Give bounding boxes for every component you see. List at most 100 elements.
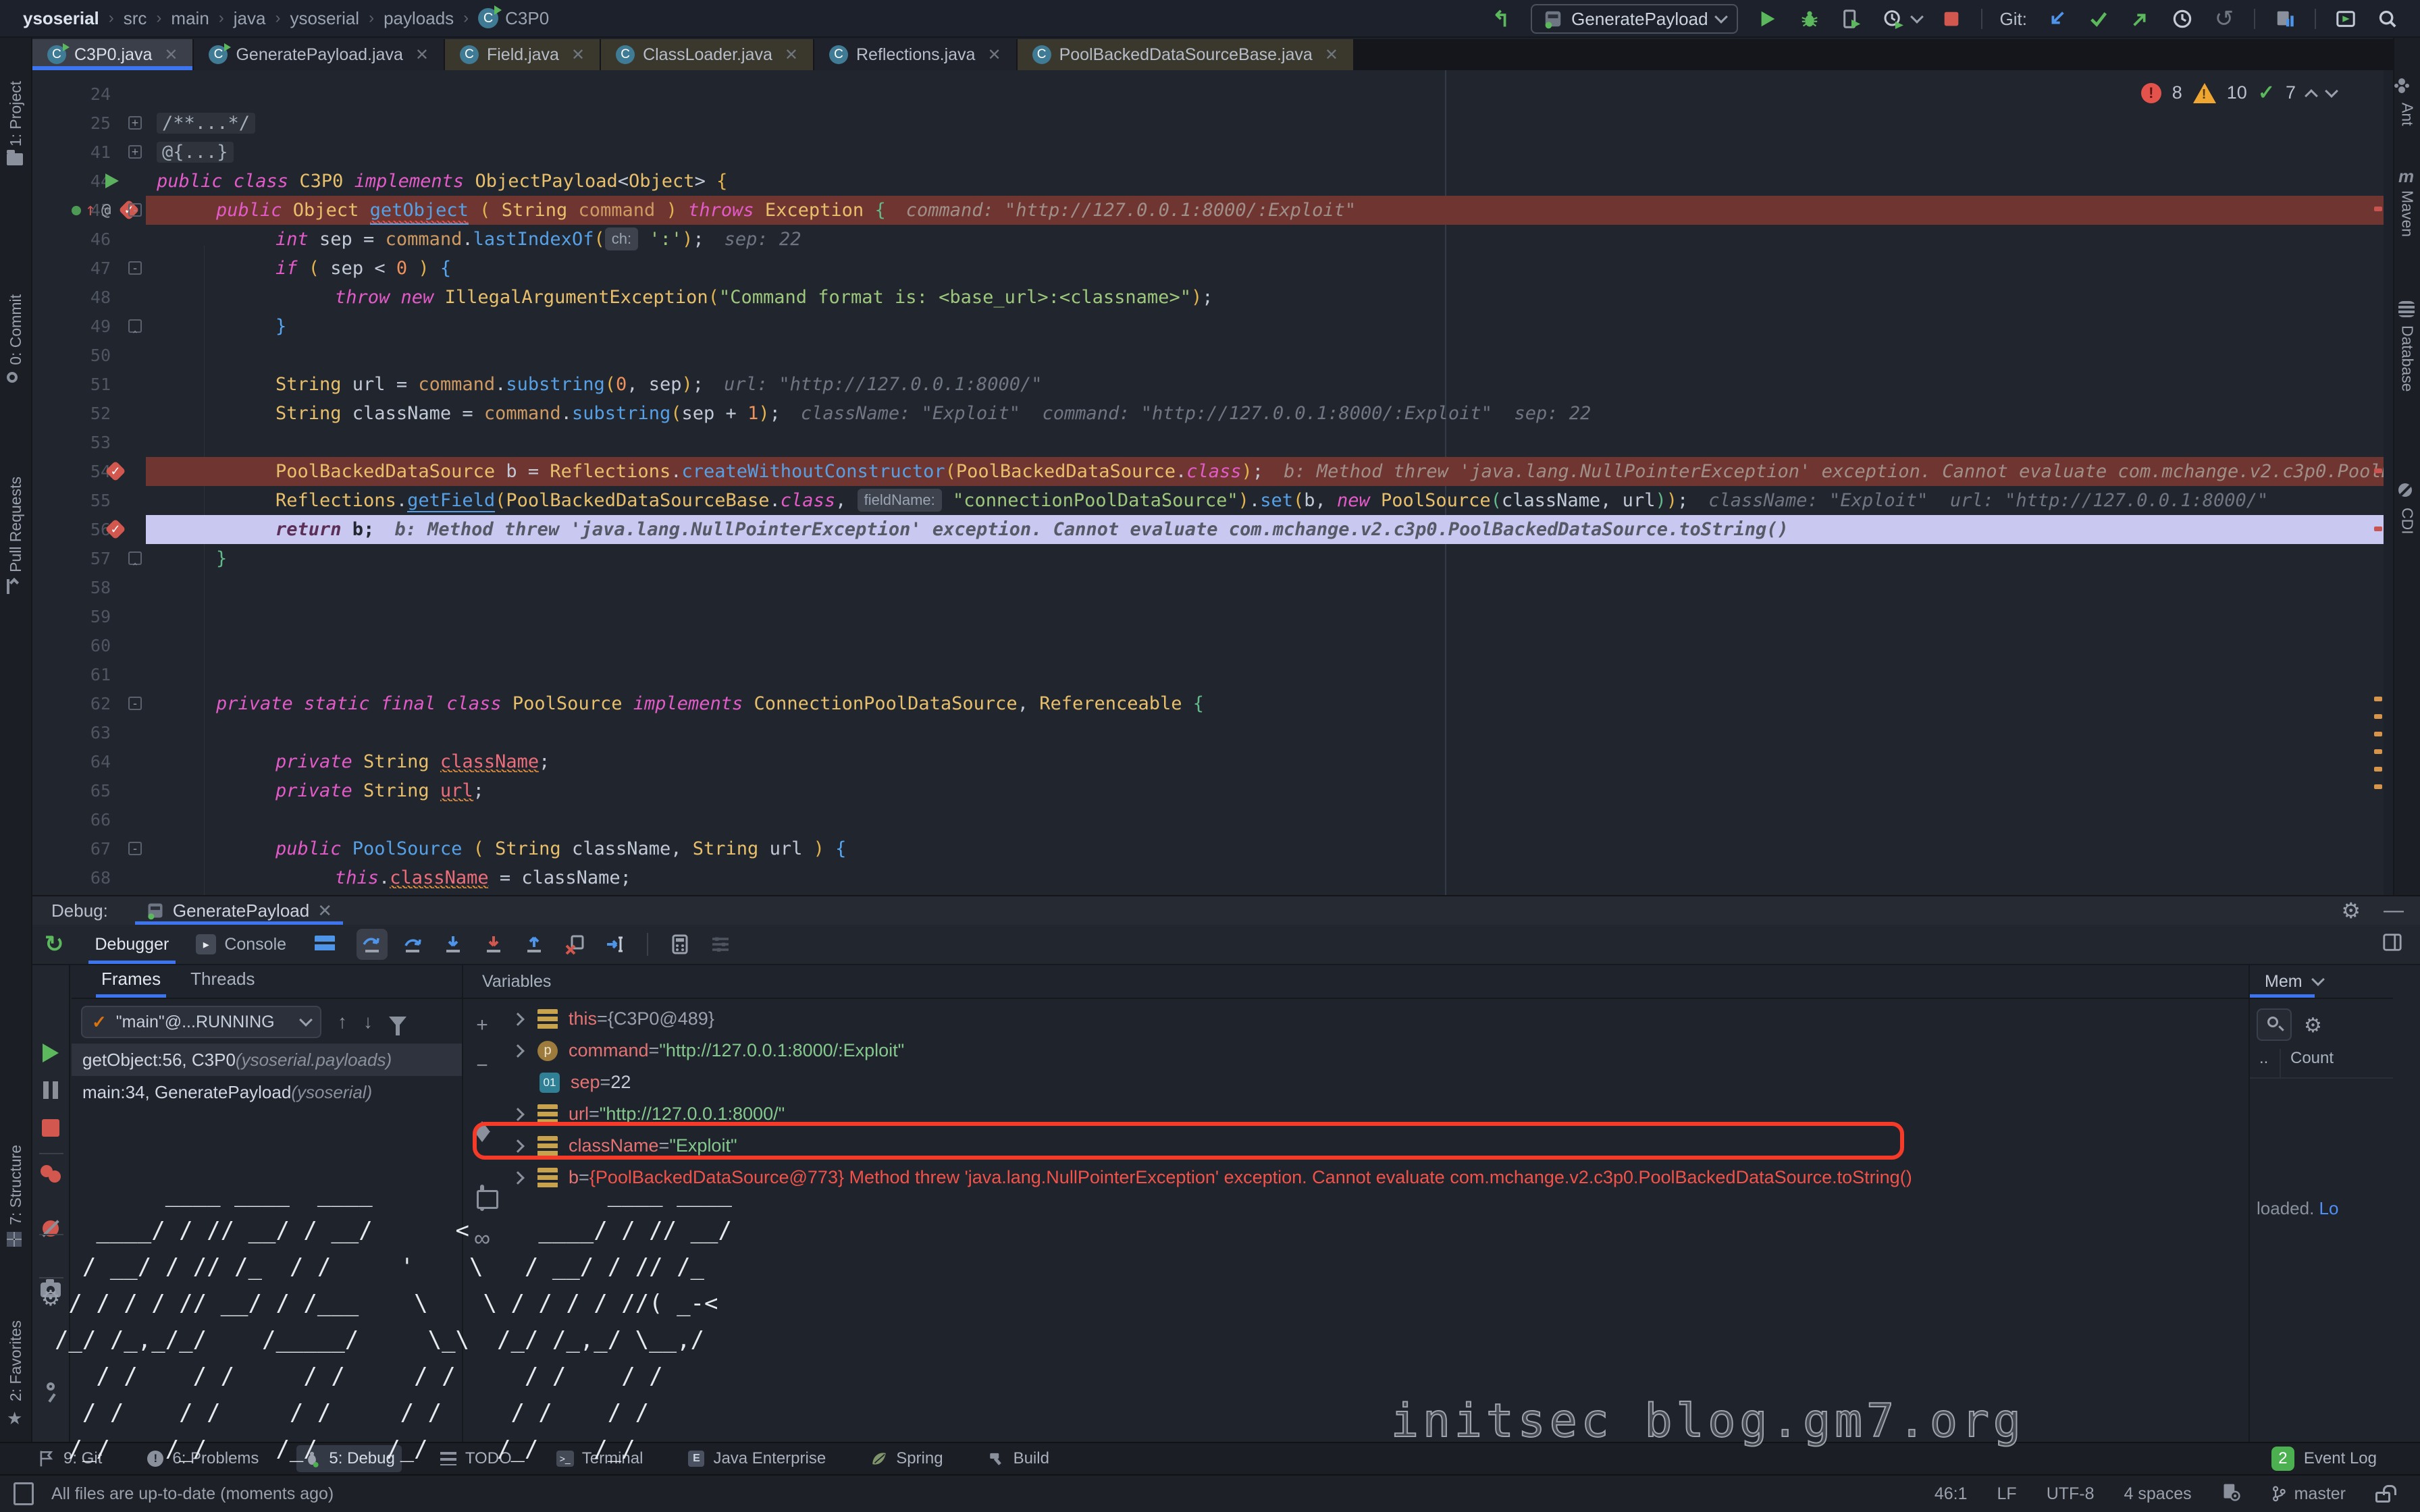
resume-button[interactable] (43, 1044, 59, 1062)
window-icon[interactable] (14, 1482, 34, 1505)
frame-row-1[interactable]: main:34, GeneratePayload (ysoserial) (72, 1076, 462, 1108)
gear-icon[interactable]: ⚙ (41, 1285, 61, 1311)
move-up-button[interactable] (474, 1099, 490, 1122)
code-line-58[interactable]: 58 (32, 573, 2384, 602)
tool-window-button-build[interactable]: Build (981, 1445, 1056, 1472)
code-line-61[interactable]: 61 (32, 660, 2384, 689)
indent-style[interactable]: 4 spaces (2124, 1484, 2192, 1504)
run-to-cursor-button[interactable] (600, 929, 631, 960)
stripe-item-0-commit[interactable]: 0: Commit (0, 294, 31, 389)
layout-settings-icon[interactable] (315, 936, 335, 953)
run-icon[interactable] (105, 173, 119, 188)
tool-window-button-5-debug[interactable]: 5: Debug (296, 1445, 401, 1472)
tab-frames[interactable]: Frames (101, 969, 161, 998)
code-line-57[interactable]: 57‸} (32, 544, 2384, 573)
minimize-icon[interactable]: — (2384, 899, 2404, 922)
frame-row-0[interactable]: getObject:56, C3P0 (ysoserial.payloads) (72, 1044, 462, 1076)
stripe-item-cdi[interactable]: CDI (2394, 483, 2420, 535)
tab-poolbackeddatasourcebase-java[interactable]: CPoolBackedDataSourceBase.java✕ (1018, 39, 1354, 70)
tab-threads[interactable]: Threads (190, 969, 255, 998)
expand-chevron-icon[interactable] (511, 1108, 525, 1121)
code-line-51[interactable]: 51String url = command.substring(0, sep)… (32, 370, 2384, 399)
code-line-67[interactable]: 67-public PoolSource ( String className,… (32, 834, 2384, 863)
history-button[interactable] (2170, 7, 2194, 31)
build-arrow-icon[interactable]: ↰ (1489, 7, 1513, 31)
code-line-49[interactable]: 49‸} (32, 312, 2384, 341)
breadcrumb-item-java[interactable]: java (234, 8, 266, 29)
file-encoding[interactable]: UTF-8 (2047, 1484, 2095, 1504)
code-line-46[interactable]: 46int sep = command.lastIndexOf(ch: ':')… (32, 225, 2384, 254)
code-editor[interactable]: 2425+/**...*/41+@{...}44public class C3P… (32, 70, 2384, 895)
fold-marker[interactable]: + (128, 145, 142, 159)
stripe-item-ant[interactable]: Ant (2394, 78, 2420, 126)
fold-marker[interactable]: - (128, 261, 142, 275)
project-structure-icon[interactable] (2273, 7, 2297, 31)
close-icon[interactable]: ✕ (317, 900, 332, 921)
code-line-63[interactable]: 63 (32, 718, 2384, 747)
error-stripe[interactable] (2373, 70, 2384, 895)
variable-row-command[interactable]: pcommand = "http://127.0.0.1:8000/:Explo… (504, 1035, 2248, 1066)
close-icon[interactable]: ✕ (987, 45, 1001, 65)
code-line-53[interactable]: 53 (32, 428, 2384, 457)
event-log-button[interactable]: Event Log (2304, 1449, 2377, 1468)
variable-row-classname[interactable]: className = "Exploit" (504, 1130, 2248, 1162)
expand-chevron-icon[interactable] (511, 1044, 525, 1058)
pin-icon[interactable] (47, 1382, 55, 1390)
caret-position[interactable]: 46:1 (1935, 1484, 1968, 1504)
thread-selector[interactable]: ✓ "main"@...RUNNING (81, 1006, 321, 1038)
tab-console[interactable]: ▸ Console (182, 925, 300, 964)
stripe-item-1-project[interactable]: 1: Project (0, 81, 31, 171)
git-update-button[interactable] (2045, 7, 2069, 31)
code-line-68[interactable]: 68this.className = className; (32, 863, 2384, 892)
inspection-profile-icon[interactable] (2221, 1482, 2240, 1506)
close-icon[interactable]: ✕ (1325, 45, 1338, 65)
force-step-into-button[interactable] (478, 929, 509, 960)
code-line-60[interactable]: 60 (32, 631, 2384, 660)
code-line-64[interactable]: 64private String className; (32, 747, 2384, 776)
filter-icon[interactable] (389, 1017, 406, 1027)
restore-layout-icon[interactable] (2382, 932, 2402, 957)
memory-footer-link[interactable]: Lo (2319, 1198, 2339, 1218)
fold-marker[interactable]: - (128, 203, 142, 217)
fold-marker[interactable]: ‸ (128, 319, 142, 333)
show-execution-point-button[interactable] (357, 929, 388, 960)
expand-chevron-icon[interactable] (511, 1013, 525, 1026)
git-branch-widget[interactable]: master (2270, 1484, 2346, 1504)
stripe-item-maven[interactable]: mMaven (2394, 166, 2420, 237)
tab-debugger[interactable]: Debugger (82, 925, 183, 964)
breakpoint-icon[interactable]: ✓ (105, 460, 126, 481)
code-line-24[interactable]: 24 (32, 80, 2384, 109)
rollback-icon[interactable]: ↺ (2212, 7, 2236, 31)
infinity-icon[interactable]: ∞ (474, 1226, 490, 1252)
code-line-44[interactable]: 44public class C3P0 implements ObjectPay… (32, 167, 2384, 196)
line-separator[interactable]: LF (1997, 1484, 2017, 1504)
pause-button[interactable] (43, 1081, 58, 1099)
tool-window-button-terminal[interactable]: >_Terminal (550, 1445, 650, 1472)
drop-frame-button[interactable] (559, 929, 590, 960)
code-line-45[interactable]: 45↑@✓-public Object getObject ( String c… (32, 196, 2384, 225)
unlock-icon[interactable] (2375, 1492, 2390, 1503)
breadcrumb-item-ysoserial[interactable]: ysoserial (290, 8, 359, 29)
code-line-56[interactable]: 56✓return b;b: Method threw 'java.lang.N… (32, 515, 2384, 544)
tab-reflections-java[interactable]: CReflections.java✕ (814, 39, 1018, 70)
view-breakpoints-button[interactable] (41, 1165, 61, 1183)
debug-session-tab[interactable]: GeneratePayload ✕ (135, 896, 343, 925)
evaluate-expression-button[interactable] (664, 929, 695, 960)
tab-classloader-java[interactable]: CClassLoader.java✕ (601, 39, 814, 70)
tool-window-button-java-enterprise[interactable]: EJava Enterprise (681, 1445, 833, 1472)
stripe-item-7-structure[interactable]: 7: Structure (0, 1145, 31, 1249)
code-line-52[interactable]: 52String className = command.substring(s… (32, 399, 2384, 428)
breadcrumb-item-ysoserial[interactable]: ysoserial (23, 8, 99, 29)
fold-marker[interactable]: - (128, 697, 142, 710)
variable-row-url[interactable]: url = "http://127.0.0.1:8000/" (504, 1098, 2248, 1130)
fold-marker[interactable]: ‸ (128, 551, 142, 565)
stop-button[interactable] (42, 1119, 59, 1137)
close-icon[interactable]: ✕ (415, 45, 429, 65)
breadcrumb-item-payloads[interactable]: payloads (384, 8, 454, 29)
code-line-41[interactable]: 41+@{...} (32, 138, 2384, 167)
coverage-button[interactable] (1839, 7, 1864, 31)
add-watch-button[interactable]: + (476, 1014, 488, 1037)
code-line-50[interactable]: 50 (32, 341, 2384, 370)
tab-field-java[interactable]: CField.java✕ (445, 39, 601, 70)
profiler-button[interactable] (1881, 7, 1905, 31)
